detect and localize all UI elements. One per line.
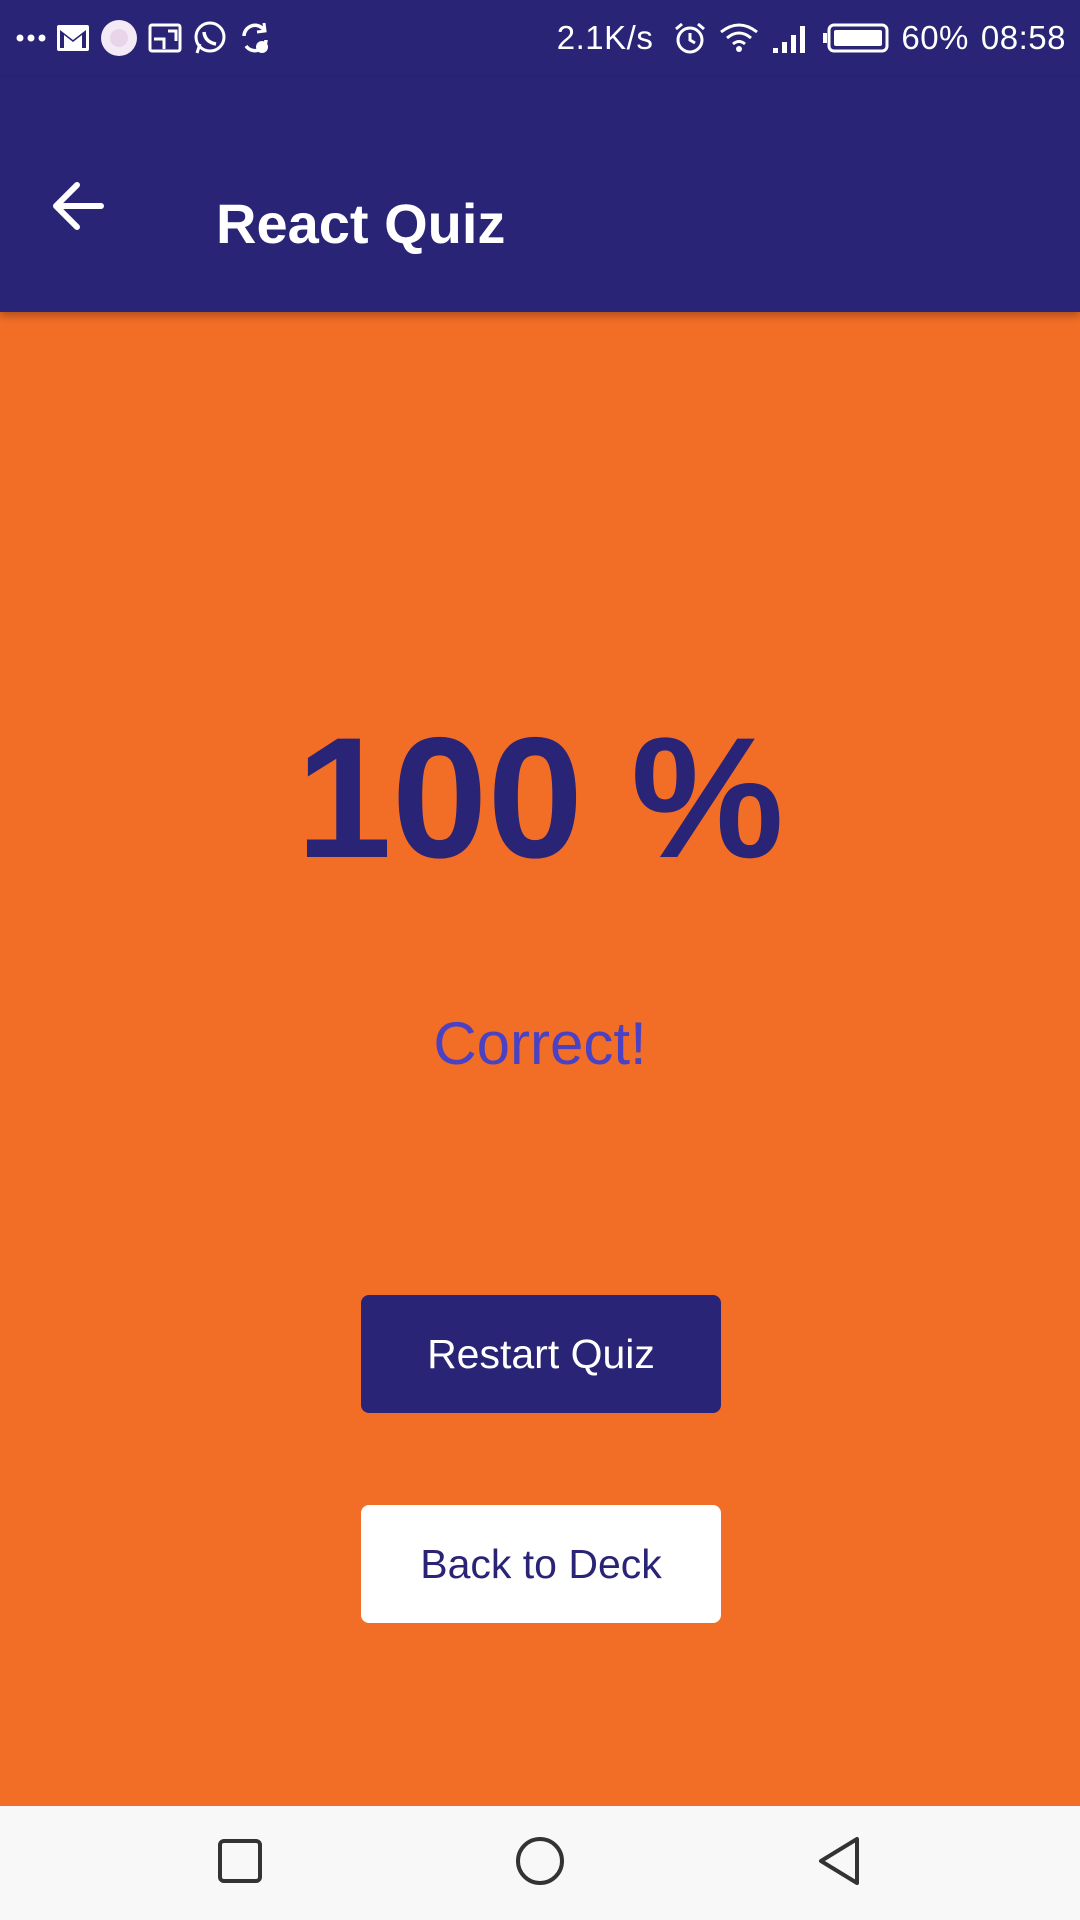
home-circle-icon <box>514 1835 566 1892</box>
notification-icons <box>16 16 272 60</box>
back-button[interactable] <box>40 170 116 246</box>
clock: 08:58 <box>980 19 1066 56</box>
back-to-deck-label: Back to Deck <box>420 1540 662 1587</box>
restart-quiz-label: Restart Quiz <box>427 1330 655 1377</box>
status-bar: 2.1K/s 60% 08:58 <box>0 0 1080 78</box>
page-title: React Quiz <box>216 192 506 255</box>
system-back-button[interactable] <box>810 1833 870 1893</box>
whatsapp-icon <box>192 20 228 56</box>
arrow-left-icon <box>51 181 105 236</box>
app-circle-icon <box>100 19 138 57</box>
recents-square-icon <box>217 1838 263 1889</box>
cast-icon <box>148 23 182 53</box>
restart-quiz-button[interactable]: Restart Quiz <box>361 1295 721 1413</box>
system-status: 2.1K/s 60% 08:58 <box>557 14 1066 62</box>
quiz-result-screen: 100 % Correct! Restart Quiz Back to Deck <box>0 312 1080 1806</box>
battery-percent: 60% <box>901 19 969 56</box>
gmail-icon <box>56 24 90 52</box>
app-bar: React Quiz <box>0 78 1080 312</box>
wifi-icon <box>719 22 759 54</box>
back-to-deck-button[interactable]: Back to Deck <box>361 1505 721 1623</box>
signal-icon <box>771 22 811 54</box>
home-button[interactable] <box>510 1833 570 1893</box>
navigation-bar <box>0 1806 1080 1920</box>
recents-button[interactable] <box>210 1833 270 1893</box>
result-label: Correct! <box>433 1010 647 1077</box>
back-triangle-icon <box>815 1835 865 1892</box>
network-speed: 2.1K/s <box>556 19 654 56</box>
score-percentage: 100 % <box>296 702 784 894</box>
battery-icon <box>823 22 889 54</box>
sync-icon <box>238 21 272 55</box>
more-dots-icon <box>16 33 46 43</box>
alarm-icon <box>673 21 707 55</box>
